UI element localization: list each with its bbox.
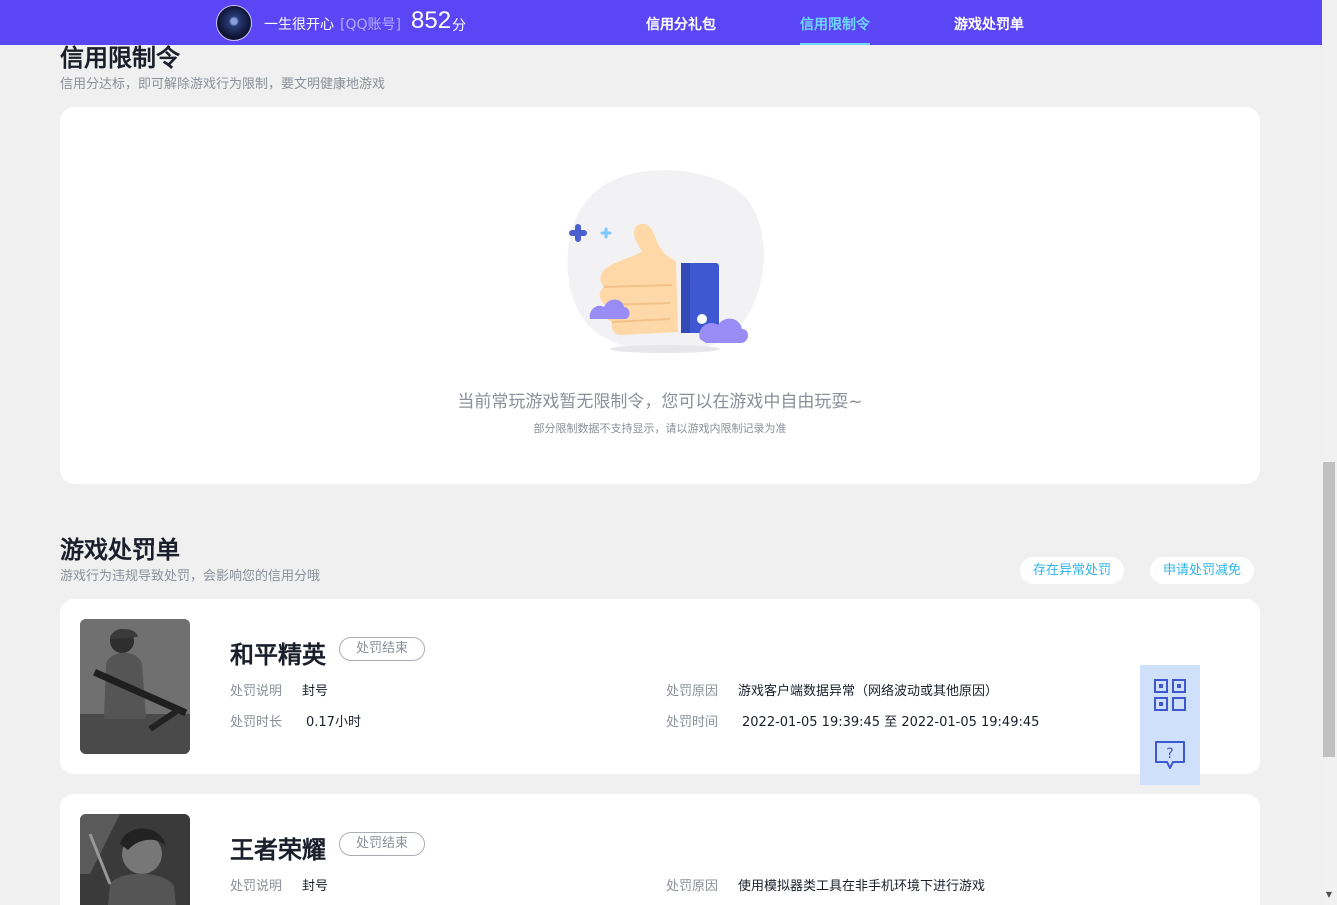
qr-code-button[interactable] <box>1140 665 1200 725</box>
floating-side-panel: ? <box>1140 665 1200 785</box>
tab-game-penalty[interactable]: 游戏处罚单 <box>954 14 1024 34</box>
penalty-reason-value: 使用模拟器类工具在非手机环境下进行游戏 <box>738 879 986 894</box>
empty-state-subtitle: 部分限制数据不支持显示，请以游戏内限制记录为准 <box>533 422 787 435</box>
username: 一生很开心 <box>264 17 334 33</box>
restriction-empty-card: 当前常玩游戏暂无限制令，您可以在游戏中自由玩耍~ 部分限制数据不支持显示，请以游… <box>60 107 1260 484</box>
penalty-duration-value: 0.17小时 <box>306 715 361 730</box>
penalty-time-label: 处罚时间 <box>666 715 719 730</box>
penalty-reason-value: 游戏客户端数据异常（网络波动或其他原因） <box>738 684 999 699</box>
penalty-card: 和平精英 处罚结束 处罚说明 封号 处罚时长 0.17小时 处罚原因 游戏客户端… <box>60 599 1260 774</box>
qr-code-icon <box>1154 679 1186 711</box>
score-unit: 分 <box>452 18 466 34</box>
credit-score: 852 <box>411 7 452 34</box>
tab-credit-gift[interactable]: 信用分礼包 <box>646 14 716 34</box>
top-navigation-bar: 一生很开心 [QQ账号] 852 分 信用分礼包 信用限制令 游戏处罚单 <box>0 0 1322 45</box>
penalty-desc-value: 封号 <box>302 879 329 894</box>
penalty-section-subtitle: 游戏行为违规导致处罚，会影响您的信用分哦 <box>60 569 321 584</box>
penalty-section-title: 游戏处罚单 <box>60 536 180 564</box>
game-name: 王者荣耀 <box>230 836 326 864</box>
empty-state-title: 当前常玩游戏暂无限制令，您可以在游戏中自由玩耍~ <box>457 392 863 412</box>
help-chat-icon: ? <box>1155 741 1185 769</box>
abnormal-penalty-button[interactable]: 存在异常处罚 <box>1020 557 1125 584</box>
penalty-desc-value: 封号 <box>302 684 329 699</box>
game-name: 和平精英 <box>230 641 326 669</box>
penalty-reason-label: 处罚原因 <box>666 879 719 894</box>
apply-penalty-reduction-button[interactable]: 申请处罚减免 <box>1150 557 1255 584</box>
thumbs-up-illustration-icon <box>567 170 764 353</box>
penalty-time-value: 2022-01-05 19:39:45 至 2022-01-05 19:49:4… <box>742 715 1040 730</box>
penalty-desc-label: 处罚说明 <box>230 684 283 699</box>
scroll-down-arrow-icon[interactable]: ▼ <box>1325 891 1333 899</box>
penalty-card: 王者荣耀 处罚结束 处罚说明 封号 处罚原因 使用模拟器类工具在非手机环境下进行… <box>60 794 1260 905</box>
avatar[interactable] <box>216 5 252 41</box>
restriction-section-subtitle: 信用分达标，即可解除游戏行为限制，要文明健康地游戏 <box>60 77 386 92</box>
scrollbar-thumb[interactable] <box>1323 462 1335 757</box>
svg-text:?: ? <box>1166 746 1173 762</box>
status-badge: 处罚结束 <box>339 637 425 661</box>
tab-credit-restriction[interactable]: 信用限制令 <box>800 14 870 45</box>
penalty-reason-label: 处罚原因 <box>666 684 719 699</box>
game-cover-image <box>80 814 190 905</box>
penalty-duration-label: 处罚时长 <box>230 715 283 730</box>
help-button[interactable]: ? <box>1140 725 1200 785</box>
status-badge: 处罚结束 <box>339 832 425 856</box>
scrollbar-track[interactable] <box>1322 0 1337 905</box>
game-cover-image <box>80 619 190 754</box>
account-type: [QQ账号] <box>340 17 401 33</box>
penalty-desc-label: 处罚说明 <box>230 879 283 894</box>
